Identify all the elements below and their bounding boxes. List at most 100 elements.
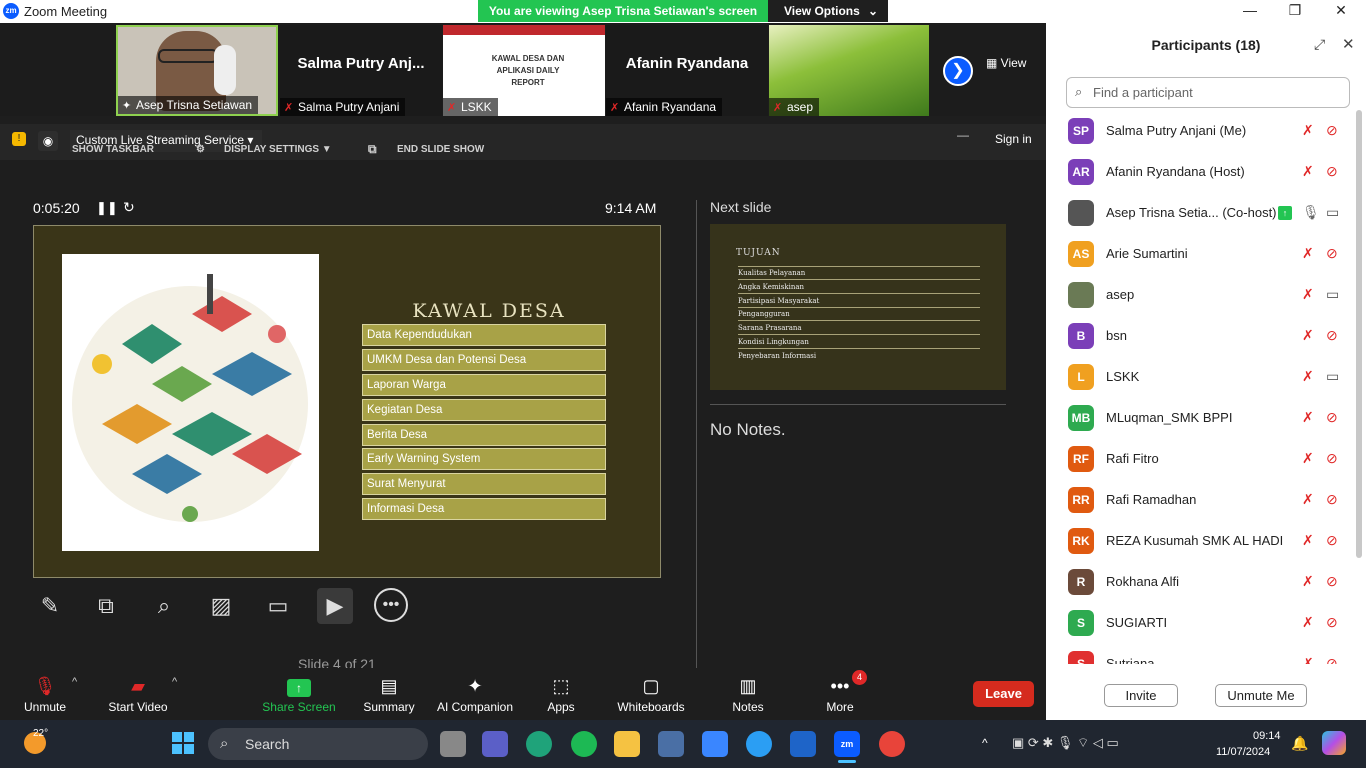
zoom-taskbar-icon[interactable]: zm (834, 731, 860, 757)
sign-in-link[interactable]: Sign in (995, 132, 1032, 146)
video-thumb-lskk[interactable]: KAWAL DESA DAN APLIKASI DAILY REPORT ✗ LS… (443, 25, 605, 116)
black-screen-icon[interactable]: ▨ (203, 588, 239, 624)
participant-row[interactable]: S Sutriana ✗ ⊘ (1046, 644, 1356, 664)
participant-row[interactable]: RR Rafi Ramadhan ✗ ⊘ (1046, 480, 1356, 521)
whiteboard-icon: ▢ (642, 676, 660, 696)
start-video-label: Start Video (108, 700, 168, 714)
participant-row[interactable]: AS Arie Sumartini ✗ ⊘ (1046, 234, 1356, 275)
participant-row[interactable]: AR Afanin Ryandana (Host) ✗ ⊘ (1046, 152, 1356, 193)
participant-row[interactable]: R Rokhana Alfi ✗ ⊘ (1046, 562, 1356, 603)
participant-name: REZA Kusumah SMK AL HADI (1106, 533, 1284, 548)
next-thumbnails-button[interactable]: ❯ (943, 56, 973, 86)
participant-row[interactable]: RK REZA Kusumah SMK AL HADI ✗ ⊘ (1046, 521, 1356, 562)
participant-name: Arie Sumartini (1106, 246, 1188, 261)
end-slide-show-button[interactable]: END SLIDE SHOW (397, 144, 484, 155)
participant-name: Rafi Fitro (1106, 451, 1159, 466)
mic-muted-icon: ✗ (1302, 450, 1314, 466)
participant-row[interactable]: RF Rafi Fitro ✗ ⊘ (1046, 439, 1356, 480)
chrome-icon[interactable] (879, 731, 905, 757)
restart-icon[interactable]: ↻ (123, 199, 135, 216)
taskbar-date: 11/07/2024 (1216, 746, 1271, 758)
news-icon[interactable] (790, 731, 816, 757)
participant-row[interactable]: Bbsn ✗ ⊘ (1046, 316, 1356, 357)
participant-row[interactable]: MB MLuqman_SMK BPPI ✗ ⊘ (1046, 398, 1356, 439)
isometric-village-icon (72, 274, 308, 522)
view-label: View (1000, 56, 1027, 70)
pause-icon[interactable]: ❚❚ (96, 200, 118, 216)
close-button[interactable]: ✕ (1331, 2, 1351, 20)
thumb-name-label: ✗ Salma Putry Anjani (280, 98, 406, 116)
video-options-chevron-icon[interactable]: ^ (172, 676, 177, 688)
unmute-me-button[interactable]: Unmute Me (1215, 684, 1307, 707)
ellipsis-icon: ••• (830, 676, 850, 696)
show-taskbar-button[interactable]: SHOW TASKBAR (72, 144, 154, 155)
leave-button[interactable]: Leave (973, 681, 1034, 707)
video-thumb-asep[interactable]: ✦ Asep Trisna Setiawan (116, 25, 278, 116)
shield-icon[interactable]: ! (12, 132, 26, 146)
active-app-indicator (838, 760, 856, 763)
pop-out-icon[interactable]: ⤢ (1314, 36, 1325, 53)
next-slide-preview[interactable]: TUJUAN Kualitas Pelayanan Angka Kemiskin… (710, 224, 1006, 390)
taskbar-search[interactable]: ⌕ Search (208, 728, 428, 760)
task-view-icon[interactable] (440, 731, 466, 757)
subtitles-icon[interactable]: ▭ (260, 588, 296, 624)
start-video-button[interactable]: ▰ Start Video (93, 668, 183, 720)
notes-button[interactable]: ▥ Notes (703, 668, 793, 720)
grid-icon: ▦ (986, 56, 1001, 70)
more-options-icon[interactable]: ••• (374, 588, 408, 622)
minimize-presenter-icon[interactable]: — (957, 128, 969, 142)
whiteboards-button[interactable]: ▢ Whiteboards (606, 668, 696, 720)
see-all-slides-icon[interactable]: ⧉ (88, 588, 124, 624)
avatar: SP (1068, 118, 1094, 144)
video-thumb-asep-2[interactable]: ✗ asep (769, 25, 929, 116)
tips-icon[interactable] (746, 731, 772, 757)
video-thumb-salma[interactable]: Salma Putry Anj... ✗ Salma Putry Anjani (280, 25, 442, 116)
copilot-icon[interactable] (1322, 731, 1346, 755)
video-icon: ▭ (1326, 286, 1340, 302)
pen-icon[interactable]: ✎ (32, 588, 68, 624)
tray-chevron-icon[interactable]: ^ (982, 736, 988, 750)
display-settings-button[interactable]: DISPLAY SETTINGS ▼ (224, 144, 332, 155)
close-panel-icon[interactable]: ✕ (1342, 35, 1355, 53)
find-participant-input[interactable]: ⌕ Find a participant (1066, 77, 1350, 108)
windows-start-icon[interactable] (172, 732, 194, 754)
view-button[interactable]: ▦ View (986, 56, 1026, 70)
participant-list-scrollbar[interactable] (1356, 110, 1362, 558)
participant-row[interactable]: asep ✗ ▭ (1046, 275, 1356, 316)
edge-icon[interactable] (526, 731, 552, 757)
more-button[interactable]: ••• More (795, 668, 885, 720)
mic-muted-icon: ✗ (1302, 327, 1314, 343)
summary-button[interactable]: ▤ Summary (344, 668, 434, 720)
more-notification-badge: 4 (852, 670, 867, 685)
live-stream-icon[interactable]: ◉ (38, 131, 58, 151)
view-options-button[interactable]: View Options ⌄ (768, 0, 888, 22)
next-slide-item: Kondisi Lingkungan (738, 336, 980, 349)
participant-name: Salma Putry Anjani (Me) (1106, 123, 1247, 138)
share-screen-button[interactable]: ↑ Share Screen (254, 668, 344, 720)
video-thumb-afanin[interactable]: Afanin Ryandana ✗ Afanin Ryandana (606, 25, 768, 116)
invite-button[interactable]: Invite (1104, 684, 1178, 707)
avatar: RF (1068, 446, 1094, 472)
tray-icons[interactable]: ▣ ⟳ ✱ 🎙 ⌔ ◁ ▭ (1012, 735, 1119, 751)
apps-button[interactable]: ⬚ Apps (516, 668, 606, 720)
audio-options-chevron-icon[interactable]: ^ (72, 676, 77, 688)
participant-row[interactable]: S SUGIARTI ✗ ⊘ (1046, 603, 1356, 644)
participant-row[interactable]: SP Salma Putry Anjani (Me) ✗ ⊘ (1046, 111, 1356, 152)
minimize-button[interactable]: — (1240, 2, 1260, 20)
calculator-icon[interactable] (658, 731, 684, 757)
maximize-button[interactable]: ❐ (1285, 2, 1305, 20)
video-off-icon: ⊘ (1326, 163, 1338, 179)
ai-companion-button[interactable]: ✦ AI Companion (430, 668, 520, 720)
teams-icon[interactable] (482, 731, 508, 757)
file-explorer-icon[interactable] (614, 731, 640, 757)
store-icon[interactable] (702, 731, 728, 757)
participant-row[interactable]: L LSKK ✗ ▭ (1046, 357, 1356, 398)
search-icon: ⌕ (220, 735, 229, 752)
zoom-magnifier-icon[interactable]: ⌕ (146, 588, 182, 624)
participant-row[interactable]: Asep Trisna Setia... (Co-host) ↑ 🎙 ▭ (1046, 193, 1356, 234)
mic-muted-icon: ✗ (1302, 286, 1314, 302)
spotify-icon[interactable] (571, 731, 597, 757)
mic-icon: 🎙 (1302, 204, 1320, 220)
notification-bell-icon[interactable]: 🔔 (1291, 735, 1308, 752)
camera-toggle-icon[interactable]: ▶ (317, 588, 353, 624)
